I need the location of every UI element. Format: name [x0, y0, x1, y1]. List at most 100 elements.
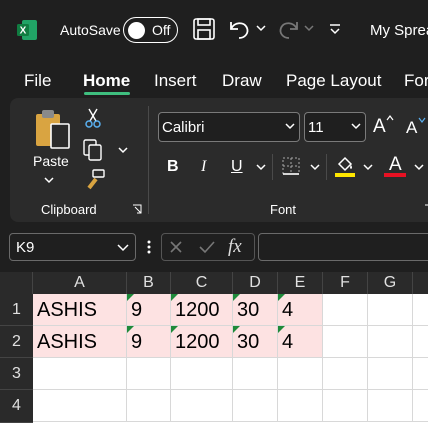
copy-icon[interactable]	[82, 138, 104, 162]
format-painter-icon[interactable]	[84, 168, 106, 190]
cell-f2[interactable]	[323, 326, 368, 358]
bold-button[interactable]: B	[167, 158, 179, 176]
autosave-toggle[interactable]: Off	[123, 17, 178, 43]
more-options-icon[interactable]	[146, 239, 152, 255]
redo-dropdown-icon[interactable]	[304, 24, 314, 32]
cell-c1-value: 1200	[175, 299, 220, 321]
column-header-d[interactable]: D	[233, 272, 278, 294]
cell-d4[interactable]	[233, 390, 278, 422]
cell-h3[interactable]	[413, 358, 428, 390]
cell-h2[interactable]	[413, 326, 428, 358]
tab-draw[interactable]: Draw	[222, 71, 262, 91]
italic-button[interactable]: I	[201, 158, 206, 176]
font-name-value: Calibri	[162, 119, 205, 136]
cancel-icon[interactable]	[168, 239, 184, 255]
worksheet-grid: ASHIS 9 1200 30 4 ASHIS 9 1200 30 4	[33, 294, 428, 423]
column-header-c[interactable]: C	[171, 272, 233, 294]
cell-f3[interactable]	[323, 358, 368, 390]
column-header-b[interactable]: B	[127, 272, 171, 294]
tab-file[interactable]: File	[24, 71, 51, 91]
row-header-1[interactable]: 1	[0, 294, 33, 326]
insert-function-button[interactable]: fx	[228, 236, 242, 258]
undo-icon[interactable]	[226, 16, 252, 42]
redo-icon[interactable]	[276, 16, 302, 42]
tab-page-layout[interactable]: Page Layout	[286, 71, 381, 91]
tab-home[interactable]: Home	[83, 71, 130, 91]
ribbon-tabs: File Home Insert Draw Page Layout For	[0, 62, 428, 98]
tab-formulas[interactable]: For	[404, 71, 428, 91]
cell-c2[interactable]: 1200	[171, 326, 233, 358]
cell-e4[interactable]	[278, 390, 323, 422]
save-icon[interactable]	[192, 16, 216, 42]
tab-insert[interactable]: Insert	[154, 71, 197, 91]
cell-c1[interactable]: 1200	[171, 294, 233, 326]
font-color-dropdown-icon[interactable]	[414, 163, 424, 171]
toggle-knob	[128, 21, 145, 39]
decrease-font-size-button[interactable]: A	[406, 118, 417, 138]
cell-d2[interactable]: 30	[233, 326, 278, 358]
cell-c4[interactable]	[171, 390, 233, 422]
cell-b1-value: 9	[131, 299, 143, 321]
cell-h1[interactable]	[413, 294, 428, 326]
copy-dropdown-icon[interactable]	[118, 146, 128, 154]
column-header-a[interactable]: A	[33, 272, 127, 294]
column-header-e[interactable]: E	[278, 272, 323, 294]
name-box[interactable]: K9	[9, 233, 136, 261]
cell-g1[interactable]	[368, 294, 413, 326]
cell-a2[interactable]: ASHIS	[33, 326, 127, 358]
number-as-text-indicator	[278, 294, 285, 301]
cell-c3[interactable]	[171, 358, 233, 390]
row-header-3[interactable]: 3	[0, 358, 33, 390]
cell-d1[interactable]: 30	[233, 294, 278, 326]
cell-d2-value: 30	[237, 331, 260, 353]
customize-toolbar-icon[interactable]	[328, 22, 342, 36]
cell-b4[interactable]	[127, 390, 171, 422]
cell-h4[interactable]	[413, 390, 428, 422]
cell-e1-value: 4	[282, 299, 294, 321]
borders-icon[interactable]	[281, 156, 301, 176]
title-bar: X AutoSave Off My Spread	[0, 0, 428, 62]
cell-b2[interactable]: 9	[127, 326, 171, 358]
number-as-text-indicator	[233, 294, 240, 301]
underline-button[interactable]: U	[231, 158, 243, 176]
cell-a1[interactable]: ASHIS	[33, 294, 127, 326]
cell-b3[interactable]	[127, 358, 171, 390]
cell-g4[interactable]	[368, 390, 413, 422]
clipboard-dialog-launcher-icon[interactable]	[132, 204, 143, 215]
cut-icon[interactable]	[84, 107, 102, 129]
row-header-4[interactable]: 4	[0, 390, 33, 423]
row-header-2[interactable]: 2	[0, 326, 33, 358]
cell-g3[interactable]	[368, 358, 413, 390]
underline-dropdown-icon[interactable]	[256, 163, 266, 171]
font-size-combo[interactable]: 11	[304, 112, 366, 142]
font-name-combo[interactable]: Calibri	[158, 112, 300, 142]
fill-color-icon[interactable]	[334, 154, 356, 178]
increase-font-size-button[interactable]: A	[373, 116, 386, 138]
cell-d3[interactable]	[233, 358, 278, 390]
number-as-text-indicator	[127, 294, 134, 301]
formula-input[interactable]	[258, 233, 428, 261]
cell-a4[interactable]	[33, 390, 127, 422]
select-all-button[interactable]	[0, 272, 33, 294]
borders-dropdown-icon[interactable]	[310, 163, 320, 171]
enter-icon[interactable]	[198, 239, 216, 255]
cell-e1[interactable]: 4	[278, 294, 323, 326]
cell-a3[interactable]	[33, 358, 127, 390]
paste-icon[interactable]	[33, 108, 73, 150]
cell-f1[interactable]	[323, 294, 368, 326]
excel-logo-icon: X	[17, 20, 37, 40]
paste-button[interactable]: Paste	[33, 153, 69, 169]
fill-color-dropdown-icon[interactable]	[363, 163, 373, 171]
column-header-g[interactable]: G	[368, 272, 413, 294]
cell-b1[interactable]: 9	[127, 294, 171, 326]
cell-g2[interactable]	[368, 326, 413, 358]
cell-f4[interactable]	[323, 390, 368, 422]
column-header-f[interactable]: F	[323, 272, 368, 294]
cell-e2[interactable]: 4	[278, 326, 323, 358]
font-dialog-launcher-icon[interactable]	[424, 204, 428, 215]
grow-arrow-icon	[386, 115, 394, 121]
paste-dropdown-icon[interactable]	[44, 176, 54, 184]
undo-dropdown-icon[interactable]	[256, 24, 266, 32]
number-as-text-indicator	[171, 326, 178, 333]
cell-e3[interactable]	[278, 358, 323, 390]
